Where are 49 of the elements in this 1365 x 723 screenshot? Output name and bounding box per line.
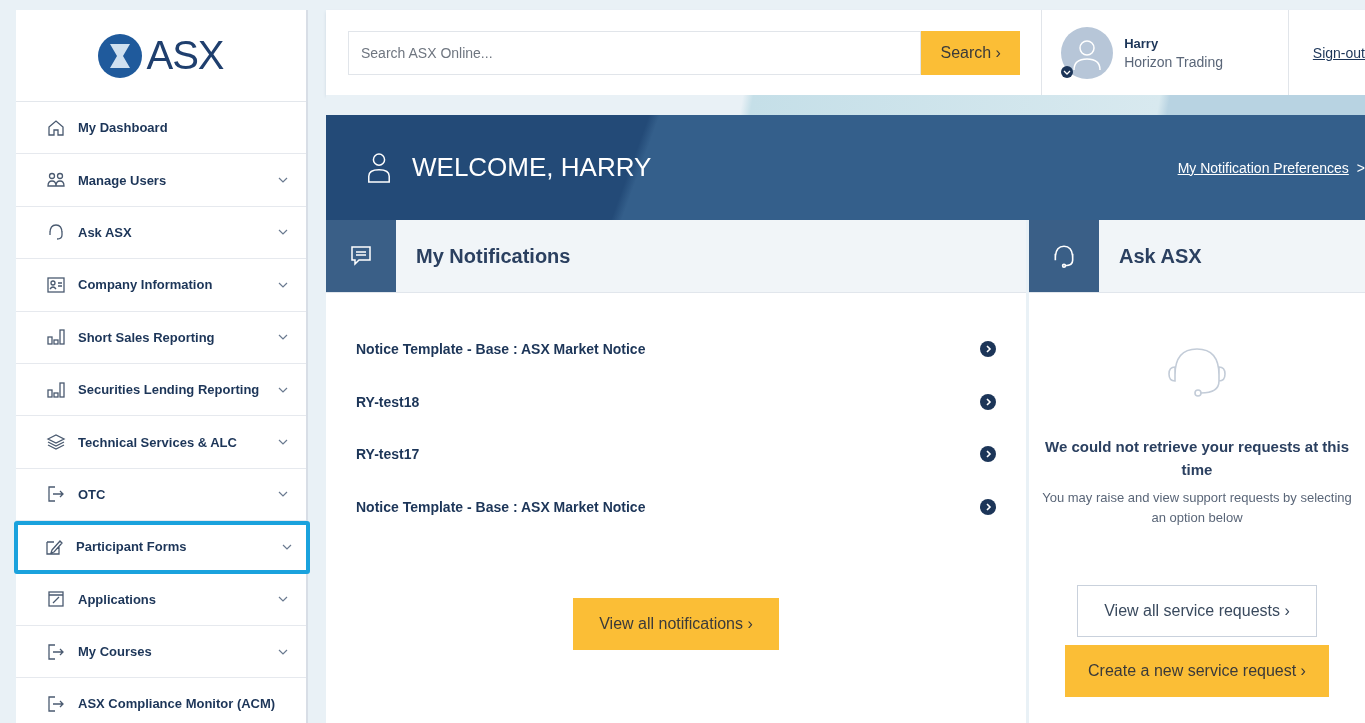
user-name: Harry (1124, 35, 1160, 51)
nav-item[interactable]: OTC (16, 468, 306, 522)
exit-icon (46, 484, 66, 505)
panel-title: Ask ASX (1118, 244, 1202, 268)
arrow-circle-icon (980, 341, 996, 358)
search-field[interactable]: Search ASX Online... (348, 30, 922, 75)
logo-icon (98, 33, 143, 78)
app-icon (46, 589, 66, 610)
welcome-title: WELCOME, HARRY (412, 152, 653, 183)
chat-icon (349, 244, 373, 268)
bars-icon (46, 327, 66, 348)
nav-item[interactable]: ASX Compliance Monitor (ACM) (16, 678, 306, 723)
sign-out-link[interactable]: Sign-out (1312, 44, 1365, 61)
bars-icon (46, 379, 66, 400)
exit-icon (46, 694, 66, 714)
card-icon (46, 274, 66, 295)
nav-item[interactable]: Technical Services & ALC (16, 416, 306, 469)
panel-title: My Notifications (415, 244, 571, 268)
nav-item[interactable]: Participant Forms (14, 521, 310, 574)
nav-item[interactable]: My Dashboard (16, 102, 306, 155)
headset-icon (46, 222, 66, 243)
notification-item[interactable]: RY-test17 (356, 428, 996, 481)
notification-item[interactable]: RY-test18 (356, 375, 996, 428)
notification-item[interactable]: Notice Template - Base : ASX Market Notice (356, 480, 996, 533)
nav-item[interactable]: Manage Users (16, 154, 306, 207)
notification-item[interactable]: Notice Template - Base : ASX Market Notice (356, 323, 996, 376)
hint-text: You may raise and view support requests by selecting an option below (1041, 488, 1353, 528)
avatar-icon (1060, 25, 1115, 80)
headset-icon (1165, 345, 1229, 399)
nav-item[interactable]: Company Information (16, 259, 306, 312)
exit-icon (46, 641, 66, 662)
nav-item[interactable]: Securities Lending Reporting (16, 363, 306, 417)
arrow-circle-icon (980, 498, 996, 515)
arrow-text: > (1356, 159, 1365, 176)
error-message: We could not retrieve your requests at this time (1044, 437, 1350, 481)
arrow-circle-icon (980, 393, 996, 410)
nav-item[interactable]: Ask ASX (16, 206, 306, 260)
user-company: Horizon Trading (1124, 53, 1223, 70)
person-icon (366, 151, 392, 184)
notification-preferences-link[interactable]: My Notification Preferences (1177, 159, 1349, 176)
service-request-button[interactable]: View all service requests › (1077, 585, 1317, 638)
logo-text: ASX (146, 33, 224, 78)
nav-item[interactable]: Applications (16, 573, 306, 626)
view-all-notifications-button[interactable]: View all notifications › (573, 598, 779, 650)
service-request-button[interactable]: Create a new service request › (1065, 645, 1329, 698)
nav-item[interactable]: My Courses (16, 625, 306, 679)
nav-item[interactable]: Short Sales Reporting (16, 311, 306, 364)
arrow-circle-icon (980, 446, 996, 463)
search-button[interactable]: Search › (921, 30, 1021, 75)
